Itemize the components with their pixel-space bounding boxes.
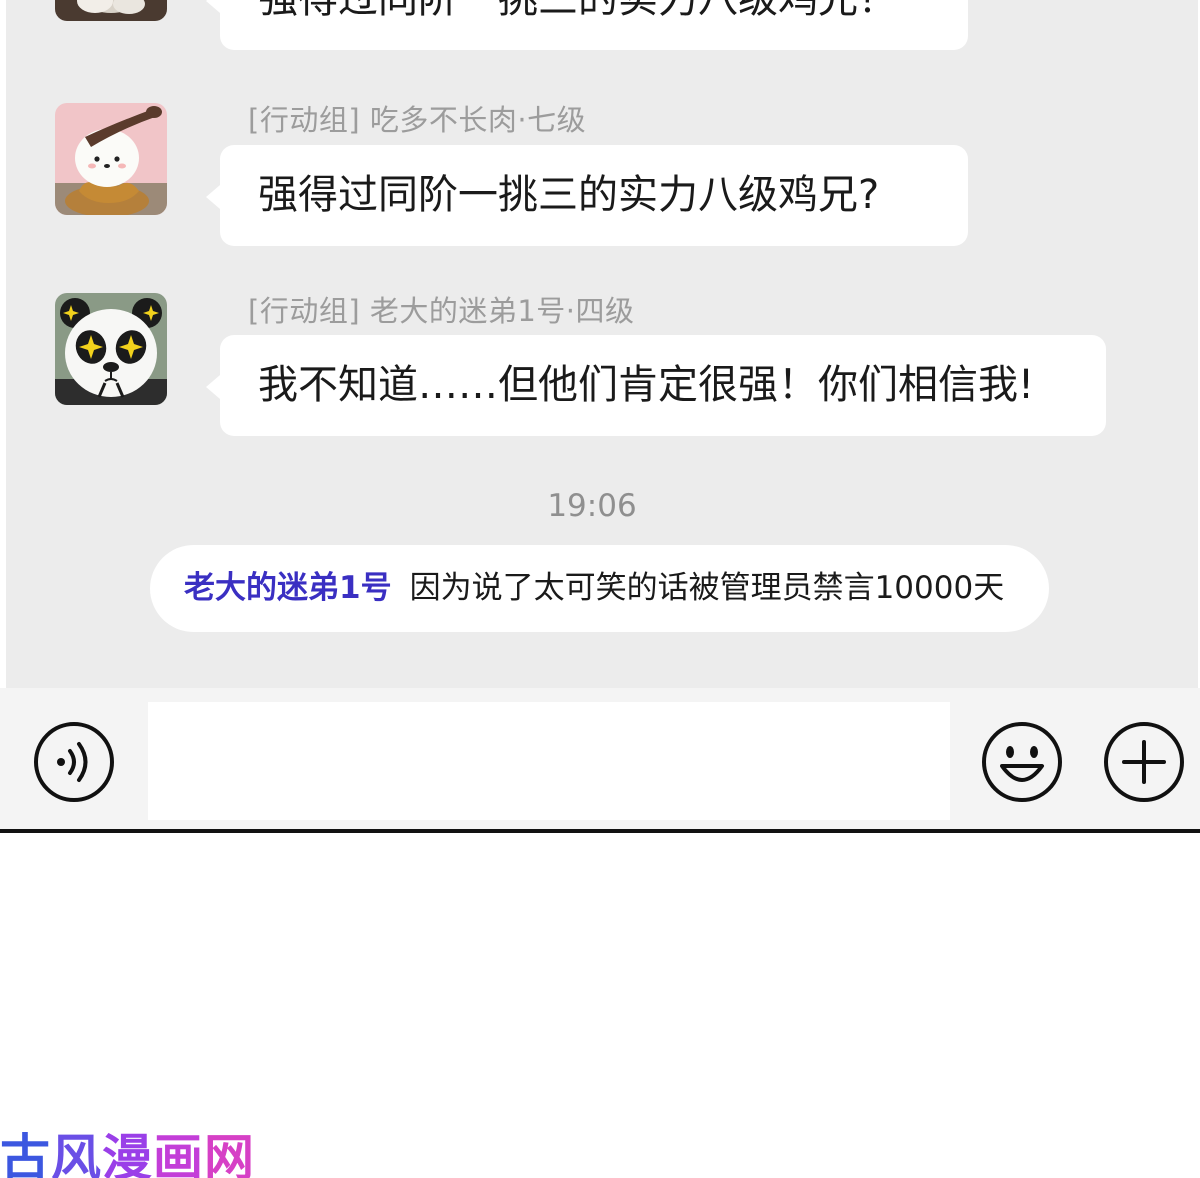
chat-area: 强得过同阶一挑三的实力八级鸡兄？ [行动组] 吃多不长肉·七级 强得过同阶一挑三… xyxy=(6,0,1198,688)
panel-border xyxy=(0,829,1200,833)
watermark-char: 画 xyxy=(153,1129,204,1178)
emoji-icon xyxy=(982,722,1062,802)
plus-button[interactable] xyxy=(1102,720,1186,804)
sender-name: [行动组] 老大的迷弟1号·四级 xyxy=(248,294,635,328)
message-bubble[interactable]: 强得过同阶一挑三的实力八级鸡兄? xyxy=(206,145,968,246)
cat-avatar-icon xyxy=(55,0,167,21)
message-bubble[interactable]: 强得过同阶一挑三的实力八级鸡兄？ xyxy=(206,0,968,50)
notice-user-name[interactable]: 老大的迷弟1号 xyxy=(184,570,392,606)
input-bar xyxy=(0,688,1200,831)
panda-avatar-icon xyxy=(55,293,167,405)
system-notice: 老大的迷弟1号 因为说了太可笑的话被管理员禁言10000天 xyxy=(150,545,1049,632)
notice-text: 因为说了太可笑的话被管理员禁言10000天 xyxy=(409,570,1005,606)
message-bubble[interactable]: 我不知道……但他们肯定很强！你们相信我! xyxy=(206,335,1106,436)
watermark-char: 风 xyxy=(51,1129,102,1178)
avatar[interactable] xyxy=(55,103,167,215)
time-divider: 19:06 xyxy=(547,488,637,524)
message-input[interactable] xyxy=(148,702,950,820)
emoji-button[interactable] xyxy=(980,720,1064,804)
watermark-char: 古 xyxy=(0,1129,51,1178)
voice-icon xyxy=(34,722,114,802)
watermark-char: 网 xyxy=(204,1129,255,1178)
voice-button[interactable] xyxy=(32,720,116,804)
sender-name: [行动组] 吃多不长肉·七级 xyxy=(248,103,587,137)
dog-pastry-avatar-icon xyxy=(55,103,167,215)
watermark-char: 漫 xyxy=(102,1129,153,1178)
watermark: 古风漫画网 xyxy=(0,1118,255,1178)
avatar[interactable] xyxy=(55,0,167,21)
avatar[interactable] xyxy=(55,293,167,405)
plus-icon xyxy=(1104,722,1184,802)
